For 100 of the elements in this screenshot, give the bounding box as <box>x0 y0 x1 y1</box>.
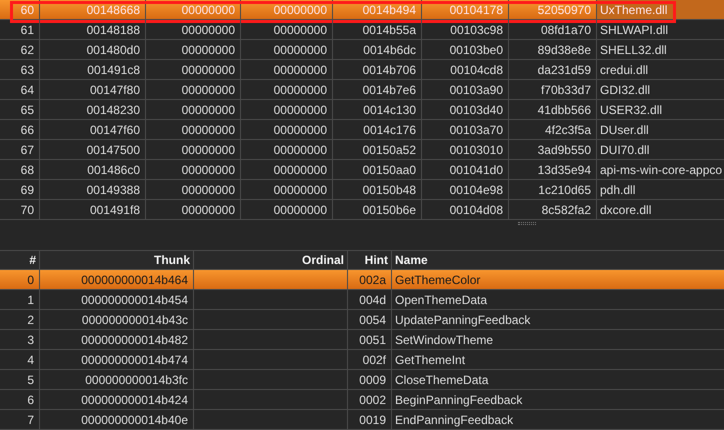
table-cell: 00000000 <box>241 80 333 99</box>
module-row[interactable]: 65 00148230 00000000 00000000 0014c130 00103d40 41dbb566 USER32.dll <box>0 100 724 120</box>
import-row[interactable]: 4 000000000014b474 002f GetThemeInt <box>0 350 724 370</box>
table-cell: 0002 <box>348 390 392 409</box>
table-cell: 62 <box>0 40 40 59</box>
table-cell: 69 <box>0 180 40 199</box>
table-cell: 0054 <box>348 310 392 329</box>
table-cell: 00147f60 <box>40 120 146 139</box>
table-cell-text: DUI70.dll <box>599 142 650 158</box>
table-cell: 00147500 <box>40 140 146 159</box>
table-cell: 000000000014b464 <box>40 270 194 289</box>
table-cell: 00104cd8 <box>422 60 509 79</box>
table-cell: 00000000 <box>146 120 241 139</box>
table-cell-text: UpdatePanningFeedback <box>394 312 532 328</box>
table-cell: 00000000 <box>241 20 333 39</box>
table-cell: 3 <box>0 330 40 349</box>
table-cell: 41dbb566 <box>509 100 597 119</box>
table-cell: 4f2c3f5a <box>509 120 597 139</box>
import-row[interactable]: 1 000000000014b454 004d OpenThemeData <box>0 290 724 310</box>
module-row[interactable]: 63 001491c8 00000000 00000000 0014b706 00104cd8 da231d59 credui.dll <box>0 60 724 80</box>
column-header[interactable]: Name <box>392 251 724 269</box>
table-cell-text: GetThemeColor <box>394 272 482 288</box>
table-cell-text: DUser.dll <box>599 122 650 138</box>
table-cell: 00148230 <box>40 100 146 119</box>
table-cell: 00000000 <box>146 20 241 39</box>
table-cell: 60 <box>0 0 40 19</box>
table-cell: 1 <box>0 290 40 309</box>
table-cell: 68 <box>0 160 40 179</box>
table-cell: 00000000 <box>146 160 241 179</box>
table-cell: 00103a70 <box>422 120 509 139</box>
table-cell: 89d38e8e <box>509 40 597 59</box>
table-cell: 00150b48 <box>333 180 422 199</box>
table-cell: 00103be0 <box>422 40 509 59</box>
column-header[interactable]: # <box>0 251 40 269</box>
splitter-grip-icon[interactable] <box>518 222 536 225</box>
table-cell-text: SHLWAPI.dll <box>599 22 670 38</box>
table-cell: 001491f8 <box>40 200 146 219</box>
table-cell: 00000000 <box>146 80 241 99</box>
import-row[interactable]: 5 000000000014b3fc 0009 CloseThemeData <box>0 370 724 390</box>
table-cell: 00150a52 <box>333 140 422 159</box>
table-cell: 2 <box>0 310 40 329</box>
table-cell-text: credui.dll <box>599 62 650 78</box>
module-row[interactable]: 61 00148188 00000000 00000000 0014b55a 00103c98 08fd1a70 SHLWAPI.dll <box>0 20 724 40</box>
table-cell-text: SetWindowTheme <box>394 332 494 348</box>
column-header[interactable]: Hint <box>348 251 392 269</box>
table-cell-text: GDI32.dll <box>599 82 652 98</box>
table-cell-text: BeginPanningFeedback <box>394 392 524 408</box>
table-cell: 0 <box>0 270 40 289</box>
import-row[interactable]: 0 000000000014b464 002a GetThemeColor <box>0 270 724 290</box>
module-row[interactable]: 64 00147f80 00000000 00000000 0014b7e6 00103a90 f70b33d7 GDI32.dll <box>0 80 724 100</box>
import-row[interactable]: 2 000000000014b43c 0054 UpdatePanningFeedback <box>0 310 724 330</box>
table-cell: da231d59 <box>509 60 597 79</box>
table-cell: 0019 <box>348 410 392 429</box>
table-cell: 63 <box>0 60 40 79</box>
table-cell: 004d <box>348 290 392 309</box>
module-row[interactable]: 66 00147f60 00000000 00000000 0014c176 00103a70 4f2c3f5a DUser.dll <box>0 120 724 140</box>
table-cell: 000000000014b43c <box>40 310 194 329</box>
table-cell: 64 <box>0 80 40 99</box>
module-row[interactable]: 70 001491f8 00000000 00000000 00150b6e 00104d08 8c582fa2 dxcore.dll <box>0 200 724 220</box>
column-header[interactable]: Ordinal <box>194 251 348 269</box>
column-header[interactable]: Thunk <box>40 251 194 269</box>
table-cell: 00150b6e <box>333 200 422 219</box>
table-cell-text: pdh.dll <box>599 182 636 198</box>
table-cell: 000000000014b40e <box>40 410 194 429</box>
table-cell: 00000000 <box>241 120 333 139</box>
table-cell: 08fd1a70 <box>509 20 597 39</box>
import-row[interactable]: 7 000000000014b40e 0019 EndPanningFeedback <box>0 410 724 430</box>
module-row[interactable]: 68 001486c0 00000000 00000000 00150aa0 001041d0 13d35e94 api-ms-win-core-appco <box>0 160 724 180</box>
table-cell: 002a <box>348 270 392 289</box>
module-row[interactable]: 67 00147500 00000000 00000000 00150a52 00103010 3ad9b550 DUI70.dll <box>0 140 724 160</box>
table-cell: 00148668 <box>40 0 146 19</box>
table-cell: 00000000 <box>146 40 241 59</box>
module-row[interactable]: 69 00149388 00000000 00000000 00150b48 00104e98 1c210d65 pdh.dll <box>0 180 724 200</box>
table-cell: 0014b6dc <box>333 40 422 59</box>
table-cell: 0051 <box>348 330 392 349</box>
table-cell: 7 <box>0 410 40 429</box>
table-cell: 000000000014b3fc <box>40 370 194 389</box>
table-cell: 00000000 <box>241 100 333 119</box>
table-cell: 00000000 <box>241 0 333 19</box>
table-cell: 6 <box>0 390 40 409</box>
table-cell: 002f <box>348 350 392 369</box>
table-cell: 0009 <box>348 370 392 389</box>
table-cell: 001486c0 <box>40 160 146 179</box>
table-cell: 66 <box>0 120 40 139</box>
table-cell: 00000000 <box>146 200 241 219</box>
table-cell: 00000000 <box>146 60 241 79</box>
table-cell: 00104e98 <box>422 180 509 199</box>
table-cell: 00000000 <box>146 140 241 159</box>
table-cell: 1c210d65 <box>509 180 597 199</box>
table-cell: 00149388 <box>40 180 146 199</box>
table-cell: 70 <box>0 200 40 219</box>
table-cell: 0014b494 <box>333 0 422 19</box>
table-cell: 00000000 <box>146 180 241 199</box>
table-cell: 00000000 <box>241 40 333 59</box>
module-row[interactable]: 62 001480d0 00000000 00000000 0014b6dc 00103be0 89d38e8e SHELL32.dll <box>0 40 724 60</box>
import-row[interactable]: 6 000000000014b424 0002 BeginPanningFeedback <box>0 390 724 410</box>
table-cell: 0014c130 <box>333 100 422 119</box>
table-cell: 00103010 <box>422 140 509 159</box>
import-row[interactable]: 3 000000000014b482 0051 SetWindowTheme <box>0 330 724 350</box>
table-cell: 000000000014b474 <box>40 350 194 369</box>
